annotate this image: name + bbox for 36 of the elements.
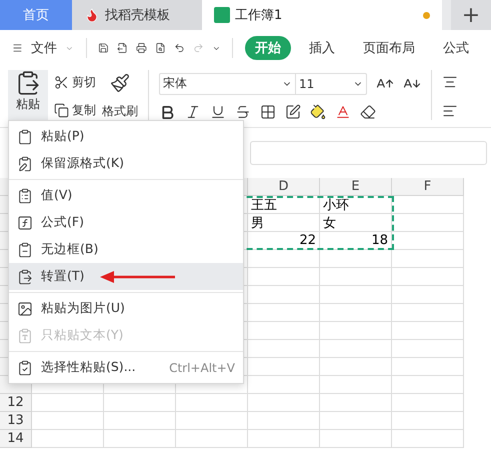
table-cell: 18 (320, 232, 392, 250)
row-header[interactable]: 13 (0, 412, 32, 430)
menu-item[interactable]: 转置(T) (9, 263, 243, 290)
row-header[interactable]: 12 (0, 394, 32, 412)
format-painter-button[interactable]: 格式刷 (102, 103, 138, 120)
paste-button[interactable]: 粘贴 (16, 96, 40, 113)
menu-item[interactable]: 选择性粘贴(S)... Ctrl+Alt+V (9, 354, 243, 381)
shortcut-label: Ctrl+Alt+V (169, 360, 235, 374)
tab[interactable]: 工作簿1 (202, 0, 442, 30)
row-header[interactable]: 14 (0, 430, 32, 448)
table-cell: 女 (320, 214, 392, 232)
ribbon-tab[interactable]: 插入 (299, 36, 346, 60)
copy-button[interactable]: 复制 (54, 102, 96, 120)
menu-item[interactable]: 值(V) (9, 182, 243, 209)
table-cell: 22 (248, 232, 320, 250)
column-header[interactable]: F (392, 178, 464, 196)
cut-button[interactable]: 剪切 (54, 74, 96, 91)
menu-item[interactable]: 无边框(B) (9, 236, 243, 263)
menu-item[interactable]: 粘贴(P) (9, 123, 243, 150)
tab[interactable]: 找稻壳模板 (72, 0, 202, 30)
file-menu[interactable]: 文件 (30, 39, 57, 57)
font-selector[interactable]: 宋体 11 (159, 72, 367, 94)
new-tab-button[interactable]: + (451, 0, 491, 30)
column-header[interactable]: E (320, 178, 392, 196)
tab-label: 找稻壳模板 (105, 7, 170, 24)
table-cell: 男 (248, 214, 320, 232)
column-header[interactable]: D (248, 178, 320, 196)
table-cell: 小环 (320, 196, 392, 214)
table-cell: 王五 (248, 196, 320, 214)
menu-item[interactable]: 公式(F) (9, 209, 243, 236)
tab-label: 首页 (23, 7, 49, 24)
menu-item[interactable]: 粘贴为图片(U) (9, 295, 243, 322)
menu-item[interactable]: 保留源格式(K) (9, 150, 243, 177)
ribbon-tab[interactable]: 页面布局 (353, 36, 426, 60)
tab-label: 工作簿1 (235, 7, 282, 24)
ribbon-tab[interactable]: 公式 (433, 36, 480, 60)
